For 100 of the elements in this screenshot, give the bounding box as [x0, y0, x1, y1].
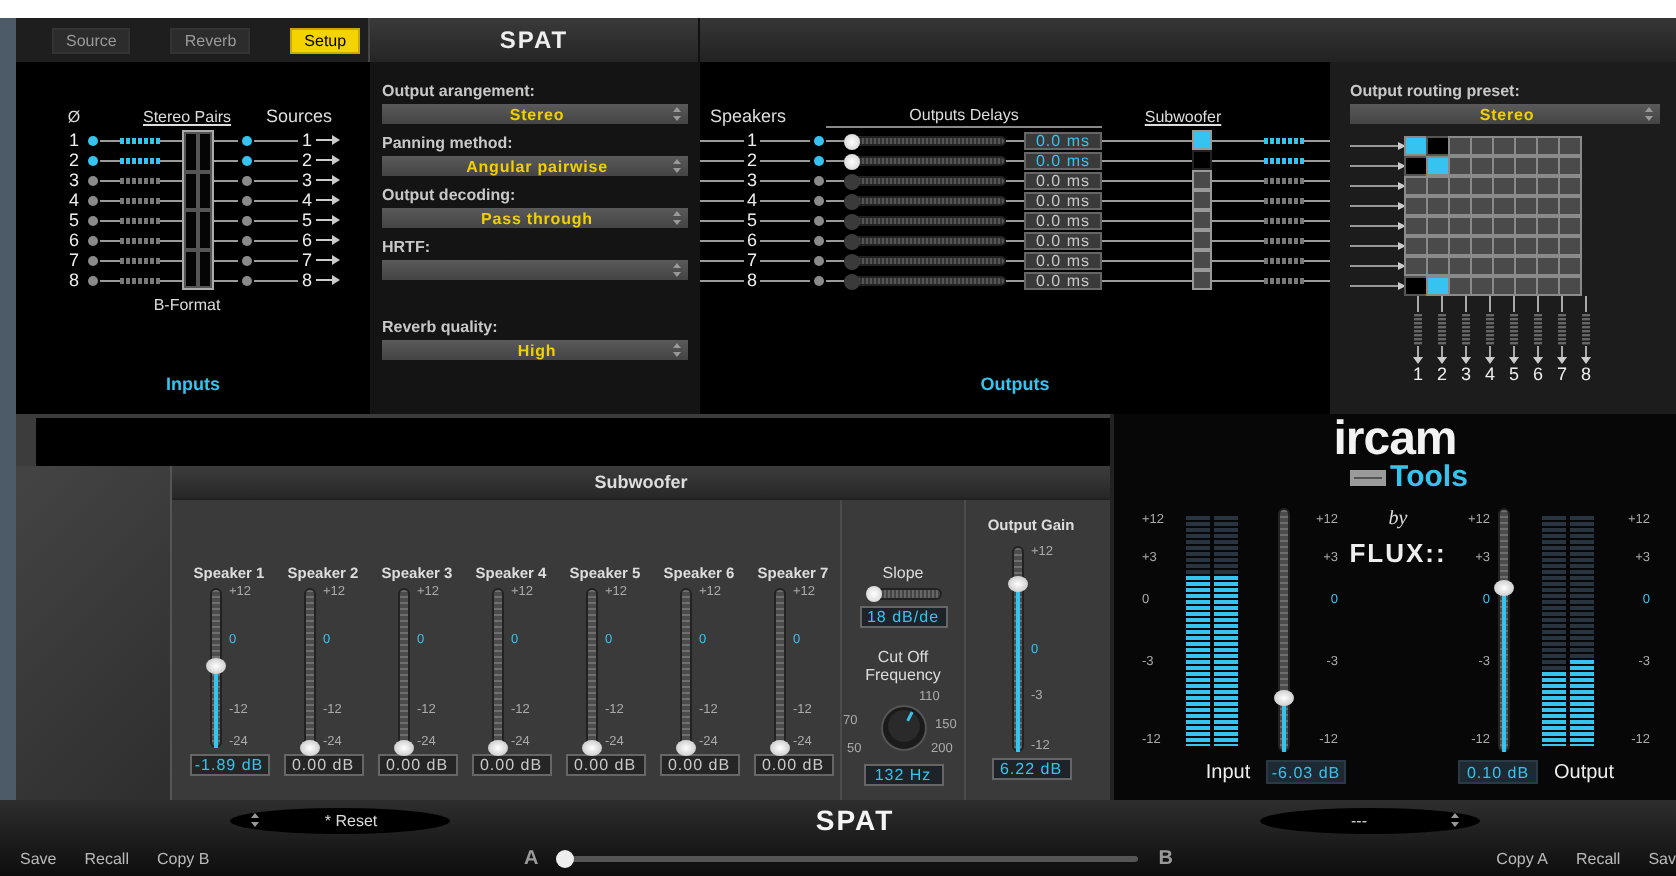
fader-handle[interactable]: [1274, 690, 1294, 707]
routing-cell[interactable]: [1514, 256, 1538, 276]
routing-cell[interactable]: [1514, 216, 1538, 236]
routing-cell[interactable]: [1492, 216, 1516, 236]
dropdown[interactable]: Angular pairwise: [382, 156, 688, 176]
routing-cell[interactable]: [1514, 276, 1538, 296]
cutoff-knob[interactable]: [879, 704, 927, 752]
routing-cell[interactable]: [1536, 156, 1560, 176]
speaker-dot[interactable]: [813, 135, 823, 145]
dropdown[interactable]: [382, 260, 688, 280]
routing-cell[interactable]: [1492, 136, 1516, 156]
routing-cell[interactable]: [1514, 156, 1538, 176]
dropdown[interactable]: Pass through: [382, 208, 688, 228]
subwoofer-toggle[interactable]: [1192, 270, 1212, 290]
routing-cell[interactable]: [1470, 216, 1494, 236]
phase-dot[interactable]: [87, 275, 97, 285]
slider-handle[interactable]: [844, 133, 860, 149]
routing-cell[interactable]: [1470, 236, 1494, 256]
subwoofer-toggle[interactable]: [1192, 210, 1212, 230]
dropdown[interactable]: Stereo: [1350, 104, 1660, 124]
routing-cell[interactable]: [1492, 236, 1516, 256]
speaker-dot[interactable]: [813, 195, 823, 205]
fader-handle[interactable]: [769, 740, 789, 756]
fader-handle[interactable]: [393, 740, 413, 756]
routing-cell[interactable]: [1404, 256, 1428, 276]
preset-dropdown[interactable]: ---: [1260, 807, 1480, 833]
routing-cell[interactable]: [1426, 176, 1450, 196]
routing-cell[interactable]: [1536, 136, 1560, 156]
fader-handle[interactable]: [581, 740, 601, 756]
routing-cell[interactable]: [1536, 216, 1560, 236]
stereo-pair-fader[interactable]: [182, 130, 214, 290]
routing-cell[interactable]: [1404, 136, 1428, 156]
source-dot[interactable]: [241, 175, 251, 185]
slider-handle[interactable]: [844, 233, 860, 249]
slider-handle[interactable]: [844, 173, 860, 189]
routing-cell[interactable]: [1448, 176, 1472, 196]
phase-dot[interactable]: [87, 195, 97, 205]
routing-cell[interactable]: [1536, 196, 1560, 216]
routing-cell[interactable]: [1536, 236, 1560, 256]
routing-cell[interactable]: [1558, 196, 1582, 216]
speaker-dot[interactable]: [813, 235, 823, 245]
routing-cell[interactable]: [1426, 136, 1450, 156]
phase-dot[interactable]: [87, 135, 97, 145]
tab[interactable]: Setup: [290, 27, 361, 53]
routing-cell[interactable]: [1448, 216, 1472, 236]
preset-button[interactable]: Recall: [1575, 849, 1621, 867]
fader-handle[interactable]: [299, 740, 319, 756]
preset-button[interactable]: Recall: [84, 849, 129, 867]
phase-dot[interactable]: [87, 255, 97, 265]
speaker-dot[interactable]: [813, 275, 823, 285]
routing-cell[interactable]: [1514, 236, 1538, 256]
fader-handle[interactable]: [675, 740, 695, 756]
routing-cell[interactable]: [1492, 176, 1516, 196]
routing-cell[interactable]: [1492, 276, 1516, 296]
speaker-dot[interactable]: [813, 255, 823, 265]
phase-dot[interactable]: [87, 155, 97, 165]
routing-cell[interactable]: [1558, 136, 1582, 156]
routing-cell[interactable]: [1448, 276, 1472, 296]
routing-cell[interactable]: [1536, 176, 1560, 196]
speaker-dot[interactable]: [813, 215, 823, 225]
routing-cell[interactable]: [1448, 156, 1472, 176]
routing-cell[interactable]: [1426, 216, 1450, 236]
phase-dot[interactable]: [87, 235, 97, 245]
routing-cell[interactable]: [1448, 136, 1472, 156]
preset-button[interactable]: Sav: [1648, 849, 1676, 867]
speaker-dot[interactable]: [813, 155, 823, 165]
routing-cell[interactable]: [1558, 256, 1582, 276]
routing-cell[interactable]: [1492, 196, 1516, 216]
fader-handle[interactable]: [1494, 580, 1514, 597]
routing-cell[interactable]: [1492, 256, 1516, 276]
preset-button[interactable]: Copy A: [1496, 849, 1548, 867]
routing-cell[interactable]: [1426, 156, 1450, 176]
source-dot[interactable]: [241, 235, 251, 245]
subwoofer-toggle[interactable]: [1192, 190, 1212, 210]
routing-cell[interactable]: [1448, 256, 1472, 276]
routing-cell[interactable]: [1470, 256, 1494, 276]
phase-dot[interactable]: [87, 175, 97, 185]
routing-cell[interactable]: [1404, 236, 1428, 256]
source-dot[interactable]: [241, 135, 251, 145]
routing-cell[interactable]: [1558, 156, 1582, 176]
routing-cell[interactable]: [1404, 176, 1428, 196]
slider-handle[interactable]: [844, 273, 860, 289]
tab[interactable]: Source: [52, 27, 131, 53]
routing-cell[interactable]: [1558, 176, 1582, 196]
routing-cell[interactable]: [1448, 196, 1472, 216]
routing-cell[interactable]: [1426, 236, 1450, 256]
fader-handle[interactable]: [205, 658, 225, 675]
routing-cell[interactable]: [1536, 256, 1560, 276]
source-dot[interactable]: [241, 215, 251, 225]
routing-cell[interactable]: [1514, 136, 1538, 156]
source-dot[interactable]: [241, 255, 251, 265]
routing-cell[interactable]: [1558, 236, 1582, 256]
routing-cell[interactable]: [1426, 196, 1450, 216]
routing-cell[interactable]: [1492, 156, 1516, 176]
routing-cell[interactable]: [1404, 196, 1428, 216]
subwoofer-toggle[interactable]: [1192, 150, 1212, 170]
speaker-dot[interactable]: [813, 175, 823, 185]
slider-handle[interactable]: [844, 213, 860, 229]
routing-cell[interactable]: [1514, 196, 1538, 216]
subwoofer-toggle[interactable]: [1192, 230, 1212, 250]
